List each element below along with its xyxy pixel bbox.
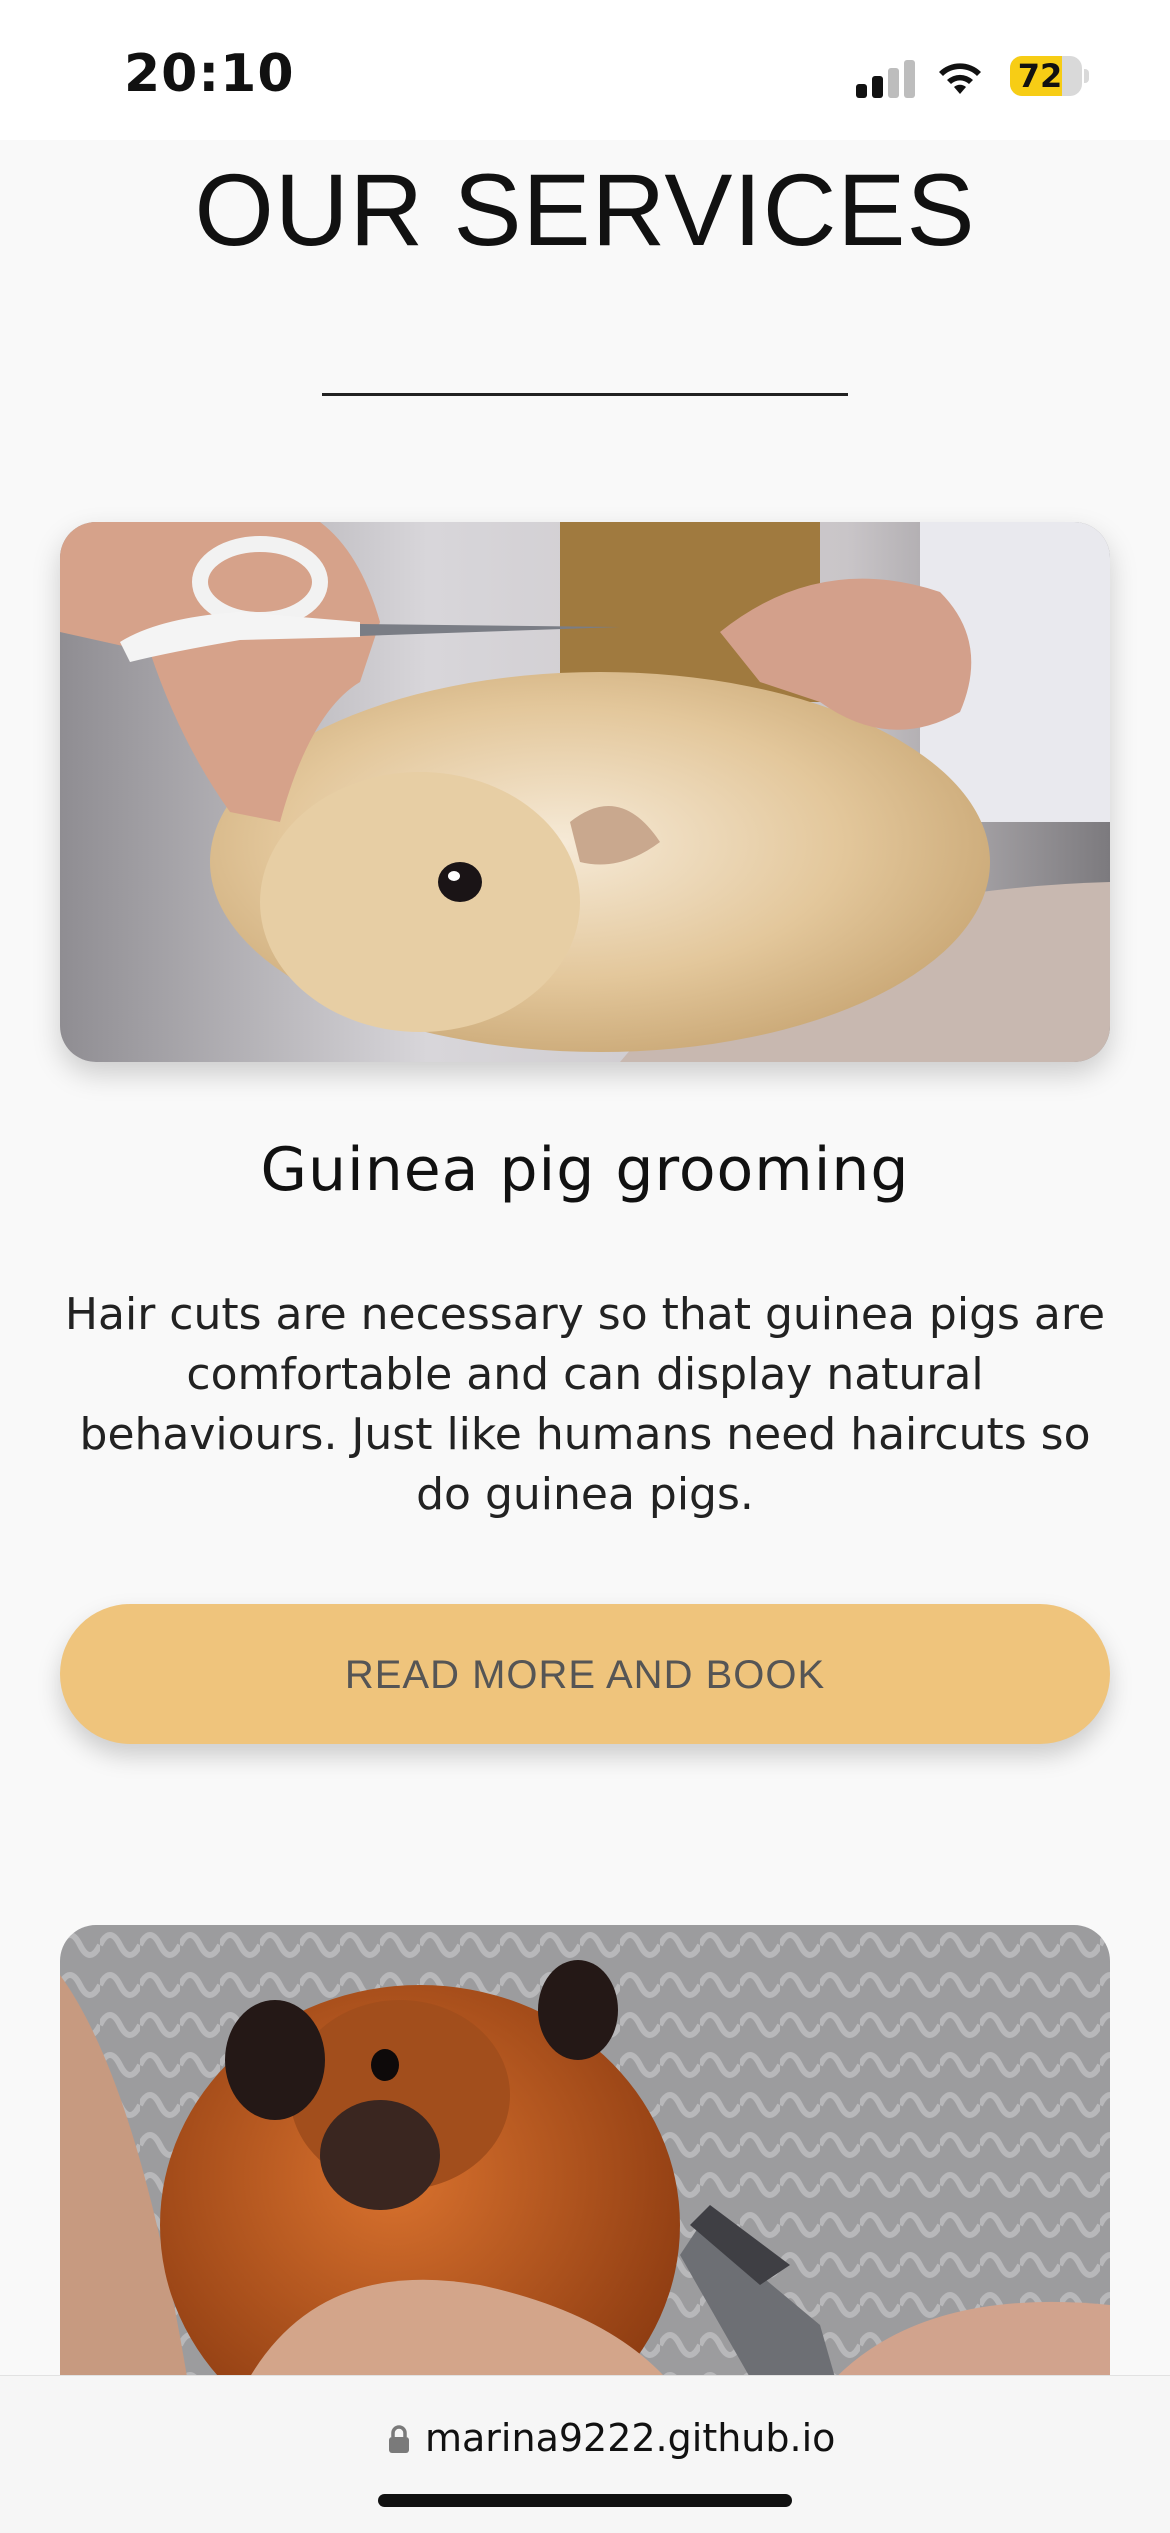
wifi-icon [934, 54, 986, 98]
status-time: 20:10 [124, 44, 295, 104]
status-bar: 20:10 72 [0, 0, 1170, 140]
title-divider [322, 393, 848, 396]
service-title: Guinea pig grooming [260, 1135, 910, 1205]
read-more-and-book-button[interactable]: READ MORE AND BOOK [60, 1604, 1110, 1744]
battery-level: 72 [1017, 57, 1063, 95]
service-description: Hair cuts are necessary so that guinea p… [64, 1289, 1106, 1520]
browser-url-bar[interactable]: marina9222.github.io [0, 2375, 1170, 2533]
service-image-grooming [60, 522, 1110, 1062]
home-indicator[interactable] [378, 2494, 792, 2507]
service-image-nail-clipping [60, 1925, 1110, 2395]
cellular-signal-icon [856, 58, 916, 98]
page-title: OUR SERVICES [194, 153, 976, 267]
url-text[interactable]: marina9222.github.io [425, 2416, 835, 2460]
battery-icon: 72 [1010, 56, 1089, 96]
lock-icon [389, 2425, 409, 2453]
